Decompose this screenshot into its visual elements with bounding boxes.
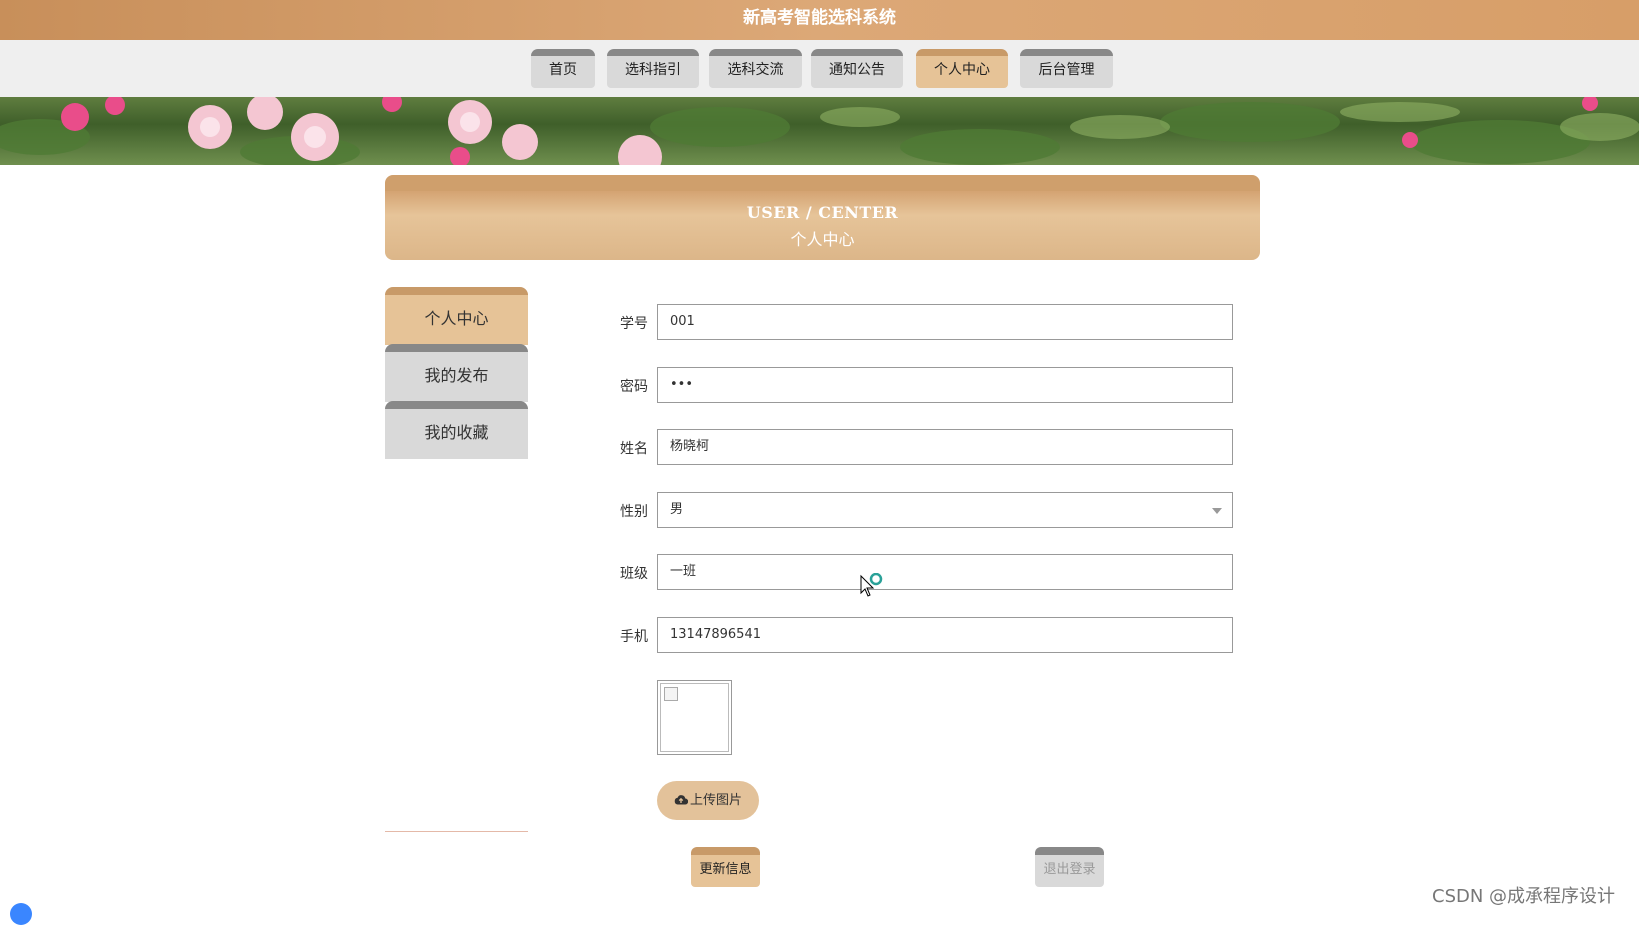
nav-subject-guide[interactable]: 选科指引: [607, 49, 699, 88]
password-input[interactable]: •••: [657, 367, 1233, 403]
sidebar-item-my-favorites[interactable]: 我的收藏: [385, 401, 528, 459]
main-nav: 首页 选科指引 选科交流 通知公告 个人中心 后台管理: [0, 40, 1639, 97]
page-header: USER / CENTER 个人中心: [385, 175, 1260, 260]
mouse-cursor-icon: [860, 573, 883, 597]
broken-image-icon: [664, 687, 678, 701]
nav-user-center[interactable]: 个人中心: [916, 49, 1008, 88]
update-info-button[interactable]: 更新信息: [691, 847, 760, 887]
class-input[interactable]: 一班: [657, 554, 1233, 590]
name-label: 姓名: [620, 441, 648, 457]
page-title: 个人中心: [790, 230, 855, 249]
avatar-image: [660, 683, 729, 752]
sidebar-item-my-posts[interactable]: 我的发布: [385, 344, 528, 402]
gender-select-value: 男: [670, 502, 684, 517]
nav-notices[interactable]: 通知公告: [811, 49, 903, 88]
nav-subject-forum[interactable]: 选科交流: [709, 49, 802, 88]
nav-admin[interactable]: 后台管理: [1020, 49, 1113, 88]
corner-indicator: [10, 903, 32, 925]
upload-image-label: 上传图片: [689, 793, 742, 808]
chevron-down-icon: [1212, 508, 1222, 514]
upload-image-button[interactable]: 上传图片: [657, 781, 759, 820]
app-title-bar: 新高考智能选科系统: [0, 0, 1639, 40]
sidebar-item-user-center[interactable]: 个人中心: [385, 287, 528, 345]
cloud-upload-icon: [674, 795, 689, 805]
student-id-label: 学号: [620, 316, 648, 332]
password-label: 密码: [620, 379, 648, 395]
avatar-preview: [657, 680, 732, 755]
flower-banner: [0, 97, 1639, 165]
logout-button[interactable]: 退出登录: [1035, 847, 1104, 887]
banner-image: [0, 97, 1639, 165]
watermark: CSDN @成承程序设计: [1432, 886, 1616, 907]
phone-label: 手机: [620, 629, 648, 645]
student-id-input[interactable]: 001: [657, 304, 1233, 340]
gender-label: 性别: [620, 504, 648, 520]
nav-home[interactable]: 首页: [531, 49, 595, 88]
gender-select[interactable]: 男: [657, 492, 1233, 528]
phone-input[interactable]: 13147896541: [657, 617, 1233, 653]
name-input[interactable]: 杨晓柯: [657, 429, 1233, 465]
sidebar-divider: [385, 831, 528, 832]
page-title-en: USER / CENTER: [746, 203, 899, 222]
class-label: 班级: [620, 566, 648, 582]
app-title: 新高考智能选科系统: [743, 8, 896, 28]
